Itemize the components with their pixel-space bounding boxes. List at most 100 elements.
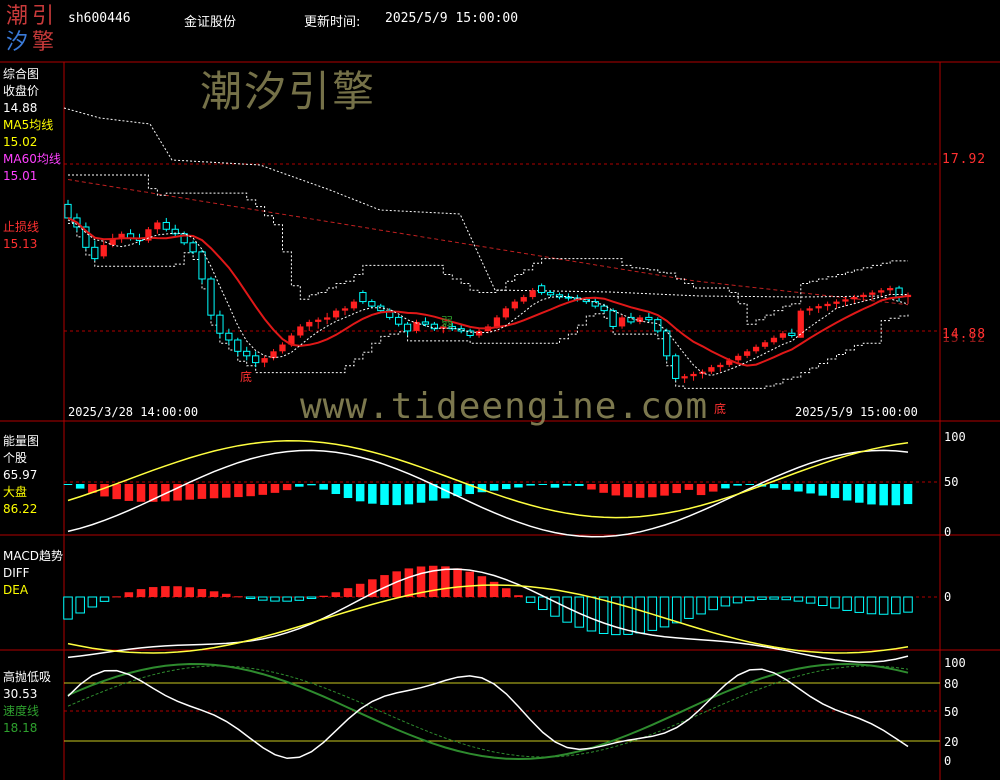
candle-body: [529, 290, 536, 298]
macd-panel: [63, 565, 913, 663]
energy-bar: [830, 484, 840, 499]
osc-tick-20: 20: [944, 735, 959, 749]
macd-bar: [854, 596, 865, 613]
energy-bar: [599, 484, 608, 493]
macd-bar: [245, 596, 256, 599]
macd-bar: [514, 595, 523, 597]
energy-bar: [295, 484, 304, 487]
candle-body: [198, 251, 206, 280]
candle-body: [681, 376, 688, 379]
energy-bar: [100, 484, 109, 497]
stock-energy-value: 65.97: [3, 468, 38, 482]
macd-bar: [319, 595, 328, 597]
osc-tick-100: 100: [944, 656, 966, 670]
panel-title-energy: 能量图: [3, 434, 40, 448]
energy-bar: [489, 484, 499, 491]
macd-bar: [185, 587, 194, 597]
energy-bar: [209, 484, 219, 499]
energy-bar: [124, 484, 134, 501]
candle-body: [315, 319, 322, 322]
energy-bar: [282, 484, 292, 491]
macd-bar: [112, 596, 121, 598]
candle-body: [779, 333, 787, 338]
stop-loss-value: 15.13: [3, 237, 38, 251]
macd-bar: [99, 596, 110, 602]
energy-bar: [684, 484, 694, 490]
candle-body: [395, 316, 403, 325]
macd-bar: [769, 596, 779, 600]
energy-tick-50: 50: [944, 475, 959, 489]
bottom-marker: 底: [714, 402, 727, 416]
energy-bar: [587, 484, 596, 490]
candle-body: [297, 326, 304, 336]
macd-bar: [842, 596, 852, 611]
macd-bar: [805, 596, 816, 604]
macd-bar: [525, 596, 536, 603]
candle-body: [403, 323, 412, 332]
candle-body: [421, 321, 430, 325]
macd-bar: [404, 568, 414, 597]
macd-bar: [708, 596, 718, 611]
candle-body: [869, 292, 876, 295]
candle-body: [350, 301, 358, 309]
candle-body: [752, 346, 760, 352]
macd-bar: [757, 596, 767, 600]
bottom-marker: 底: [240, 370, 253, 384]
macd-bar: [635, 596, 645, 634]
macd-bar: [258, 596, 268, 601]
macd-bar: [75, 596, 85, 614]
macd-bar: [903, 596, 913, 613]
macd-bar: [696, 596, 706, 615]
macd-bar: [306, 596, 317, 599]
energy-bar: [258, 484, 268, 495]
macd-bar: [441, 566, 450, 597]
candle-body: [225, 332, 233, 341]
macd-bar: [793, 596, 804, 602]
energy-bar: [696, 484, 706, 496]
energy-bar: [368, 484, 377, 504]
ma5-value: 15.02: [3, 135, 38, 149]
market-energy-label: 大盘: [3, 485, 28, 499]
macd-bar: [477, 576, 487, 597]
candle-body: [475, 330, 483, 336]
energy-bar: [842, 484, 852, 501]
macd-bar: [282, 596, 292, 602]
candle-body: [717, 364, 724, 368]
candle-body: [735, 355, 742, 361]
energy-bar: [648, 484, 657, 498]
ma60-label: MA60均线: [3, 152, 61, 166]
candle-body: [663, 330, 671, 357]
energy-bar: [903, 484, 913, 505]
candle-body: [788, 332, 796, 336]
candle-body: [279, 344, 286, 352]
candle-body: [207, 278, 215, 316]
candle-body: [887, 288, 894, 291]
macd-bar: [489, 581, 499, 597]
macd-bar: [173, 586, 182, 597]
candle-body: [851, 297, 858, 300]
macd-bar: [878, 596, 889, 615]
energy-bar: [721, 484, 730, 489]
macd-bar: [355, 583, 365, 597]
macd-bar: [136, 589, 146, 597]
candle-body: [708, 367, 715, 372]
candle-body: [511, 301, 518, 309]
macd-bar: [453, 568, 462, 597]
macd-bar: [659, 596, 670, 628]
macd-bar: [343, 588, 353, 597]
energy-bar: [234, 484, 243, 498]
energy-bar: [63, 484, 73, 485]
candle-body: [368, 301, 376, 307]
energy-bar: [611, 484, 621, 496]
price-axis-current: 14.88: [942, 327, 987, 342]
energy-bar: [855, 484, 864, 503]
market-energy-line: [67, 440, 909, 519]
energy-bar: [806, 484, 815, 494]
candle-body: [341, 308, 349, 311]
candle-body: [332, 310, 340, 318]
energy-bar: [75, 484, 85, 489]
candle-body: [270, 351, 277, 359]
macd-bar: [197, 589, 207, 597]
energy-bar: [319, 484, 328, 490]
resistance-line: [63, 107, 909, 305]
